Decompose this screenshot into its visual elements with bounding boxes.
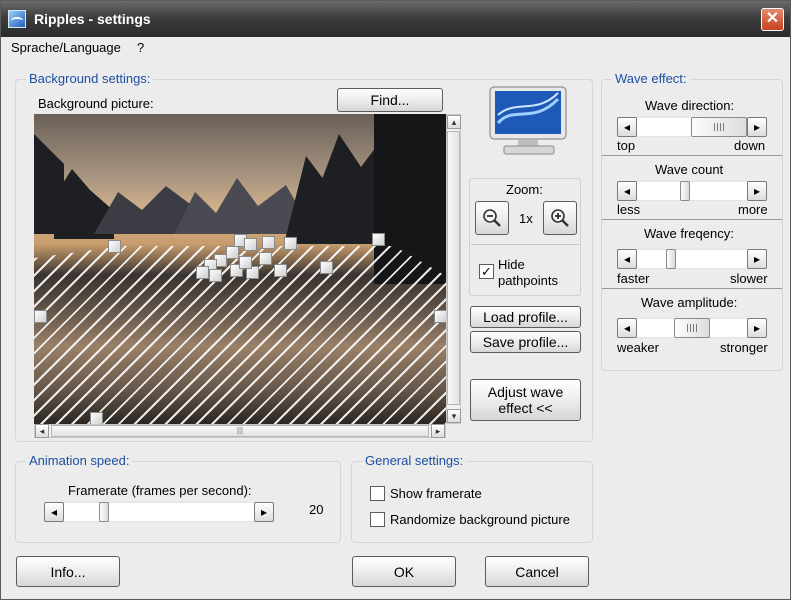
wave-amplitude-right-arrow-icon[interactable]: ▸ bbox=[747, 318, 767, 338]
general-settings-title: General settings: bbox=[362, 453, 467, 468]
path-point[interactable] bbox=[320, 261, 333, 274]
randomize-background-checkbox[interactable] bbox=[370, 512, 385, 527]
wave-divider bbox=[602, 155, 782, 156]
adjust-wave-line2: effect << bbox=[498, 400, 553, 416]
monitor-preview-icon bbox=[489, 86, 567, 155]
wave-direction-min-label: top bbox=[617, 138, 636, 153]
settings-window: Ripples - settings ✕ Sprache/Language ? … bbox=[0, 0, 791, 600]
menu-language[interactable]: Sprache/Language bbox=[11, 40, 121, 55]
show-framerate-label: Show framerate bbox=[390, 486, 482, 501]
preview-horizontal-scrollbar[interactable]: ◂ ||| ▸ bbox=[34, 424, 446, 438]
title-bar[interactable]: Ripples - settings ✕ bbox=[1, 1, 790, 37]
wave-amplitude-slider[interactable]: ◂ ▸ bbox=[617, 318, 767, 338]
adjust-wave-effect-button[interactable]: Adjust wave effect << bbox=[470, 379, 581, 421]
hide-pathpoints-label-line1: Hide bbox=[498, 257, 525, 272]
wave-count-right-arrow-icon[interactable]: ▸ bbox=[747, 181, 767, 201]
ok-button[interactable]: OK bbox=[352, 556, 456, 587]
wave-amplitude-title: Wave amplitude: bbox=[641, 295, 738, 310]
framerate-label: Framerate (frames per second): bbox=[68, 483, 252, 498]
wave-direction-left-arrow-icon[interactable]: ◂ bbox=[617, 117, 637, 137]
wave-effect-title: Wave effect: bbox=[612, 71, 690, 86]
wave-direction-right-arrow-icon[interactable]: ▸ bbox=[747, 117, 767, 137]
wave-count-min-label: less bbox=[617, 202, 641, 217]
path-point[interactable] bbox=[262, 236, 275, 249]
path-point[interactable] bbox=[108, 240, 121, 253]
close-button[interactable]: ✕ bbox=[761, 8, 784, 31]
zoom-in-button[interactable] bbox=[543, 201, 577, 235]
zoom-in-icon bbox=[551, 209, 569, 227]
wave-frequency-thumb[interactable] bbox=[666, 249, 676, 269]
info-button[interactable]: Info... bbox=[16, 556, 120, 587]
window-title: Ripples - settings bbox=[34, 11, 151, 27]
cancel-button[interactable]: Cancel bbox=[485, 556, 589, 587]
scroll-down-arrow-icon[interactable]: ▾ bbox=[447, 409, 461, 423]
wave-frequency-max-label: slower bbox=[730, 271, 768, 286]
path-point[interactable] bbox=[244, 238, 257, 251]
wave-frequency-title: Wave freqency: bbox=[644, 226, 734, 241]
show-framerate-checkbox[interactable] bbox=[370, 486, 385, 501]
path-point[interactable] bbox=[196, 266, 209, 279]
background-picture-label: Background picture: bbox=[38, 96, 154, 111]
vertical-scroll-thumb[interactable] bbox=[447, 131, 460, 405]
wave-divider bbox=[602, 288, 782, 289]
general-settings-group: General settings: bbox=[351, 453, 593, 543]
framerate-value: 20 bbox=[309, 502, 324, 517]
zoom-label: Zoom: bbox=[506, 182, 543, 197]
path-point[interactable] bbox=[209, 269, 222, 282]
hide-pathpoints-checkbox[interactable]: ✓ bbox=[479, 264, 494, 279]
wave-amplitude-left-arrow-icon[interactable]: ◂ bbox=[617, 318, 637, 338]
zoom-out-icon bbox=[483, 209, 501, 227]
path-point[interactable] bbox=[372, 233, 385, 246]
wave-amplitude-min-label: weaker bbox=[617, 340, 659, 355]
wave-frequency-left-arrow-icon[interactable]: ◂ bbox=[617, 249, 637, 269]
framerate-left-arrow-icon[interactable]: ◂ bbox=[44, 502, 64, 522]
wave-frequency-right-arrow-icon[interactable]: ▸ bbox=[747, 249, 767, 269]
hide-pathpoints-label-line2: pathpoints bbox=[498, 273, 558, 288]
path-point[interactable] bbox=[34, 310, 47, 323]
zoom-out-button[interactable] bbox=[475, 201, 509, 235]
randomize-background-label: Randomize background picture bbox=[390, 512, 570, 527]
ripples-app-icon bbox=[8, 10, 26, 28]
path-point[interactable] bbox=[239, 256, 252, 269]
adjust-wave-line1: Adjust wave bbox=[487, 384, 564, 400]
wave-amplitude-max-label: stronger bbox=[720, 340, 768, 355]
scroll-left-arrow-icon[interactable]: ◂ bbox=[35, 424, 49, 438]
menu-bar: Sprache/Language ? bbox=[1, 37, 790, 59]
path-point[interactable] bbox=[90, 412, 103, 424]
load-profile-button[interactable]: Load profile... bbox=[470, 306, 581, 328]
framerate-thumb[interactable] bbox=[99, 502, 109, 522]
framerate-slider[interactable]: ◂ ▸ bbox=[44, 502, 274, 522]
path-point[interactable] bbox=[226, 246, 239, 259]
wave-amplitude-thumb[interactable] bbox=[674, 318, 710, 338]
path-point[interactable] bbox=[434, 310, 446, 323]
wave-frequency-min-label: faster bbox=[617, 271, 650, 286]
path-point[interactable] bbox=[284, 237, 297, 250]
menu-help[interactable]: ? bbox=[137, 40, 144, 55]
scroll-up-arrow-icon[interactable]: ▴ bbox=[447, 115, 461, 129]
wave-count-title: Wave count bbox=[655, 162, 724, 177]
animation-speed-title: Animation speed: bbox=[26, 453, 133, 468]
wave-count-slider[interactable]: ◂ ▸ bbox=[617, 181, 767, 201]
scroll-right-arrow-icon[interactable]: ▸ bbox=[431, 424, 445, 438]
background-preview[interactable] bbox=[34, 114, 446, 424]
preview-vertical-scrollbar[interactable]: ▴ ▾ bbox=[446, 114, 461, 424]
path-point[interactable] bbox=[259, 252, 272, 265]
save-profile-button[interactable]: Save profile... bbox=[470, 331, 581, 353]
framerate-right-arrow-icon[interactable]: ▸ bbox=[254, 502, 274, 522]
horizontal-scroll-thumb[interactable]: ||| bbox=[51, 425, 429, 437]
wave-direction-thumb[interactable] bbox=[691, 117, 747, 137]
zoom-value: 1x bbox=[519, 211, 533, 226]
wave-direction-slider[interactable]: ◂ ▸ bbox=[617, 117, 767, 137]
wave-direction-title: Wave direction: bbox=[645, 98, 735, 113]
wave-direction-max-label: down bbox=[734, 138, 766, 153]
wave-count-left-arrow-icon[interactable]: ◂ bbox=[617, 181, 637, 201]
wave-count-max-label: more bbox=[738, 202, 768, 217]
zoom-divider bbox=[471, 244, 579, 245]
background-settings-title: Background settings: bbox=[26, 71, 154, 86]
path-point[interactable] bbox=[274, 264, 287, 277]
wave-divider bbox=[602, 219, 782, 220]
wave-count-thumb[interactable] bbox=[680, 181, 690, 201]
wave-frequency-slider[interactable]: ◂ ▸ bbox=[617, 249, 767, 269]
find-button[interactable]: Find... bbox=[337, 88, 443, 112]
